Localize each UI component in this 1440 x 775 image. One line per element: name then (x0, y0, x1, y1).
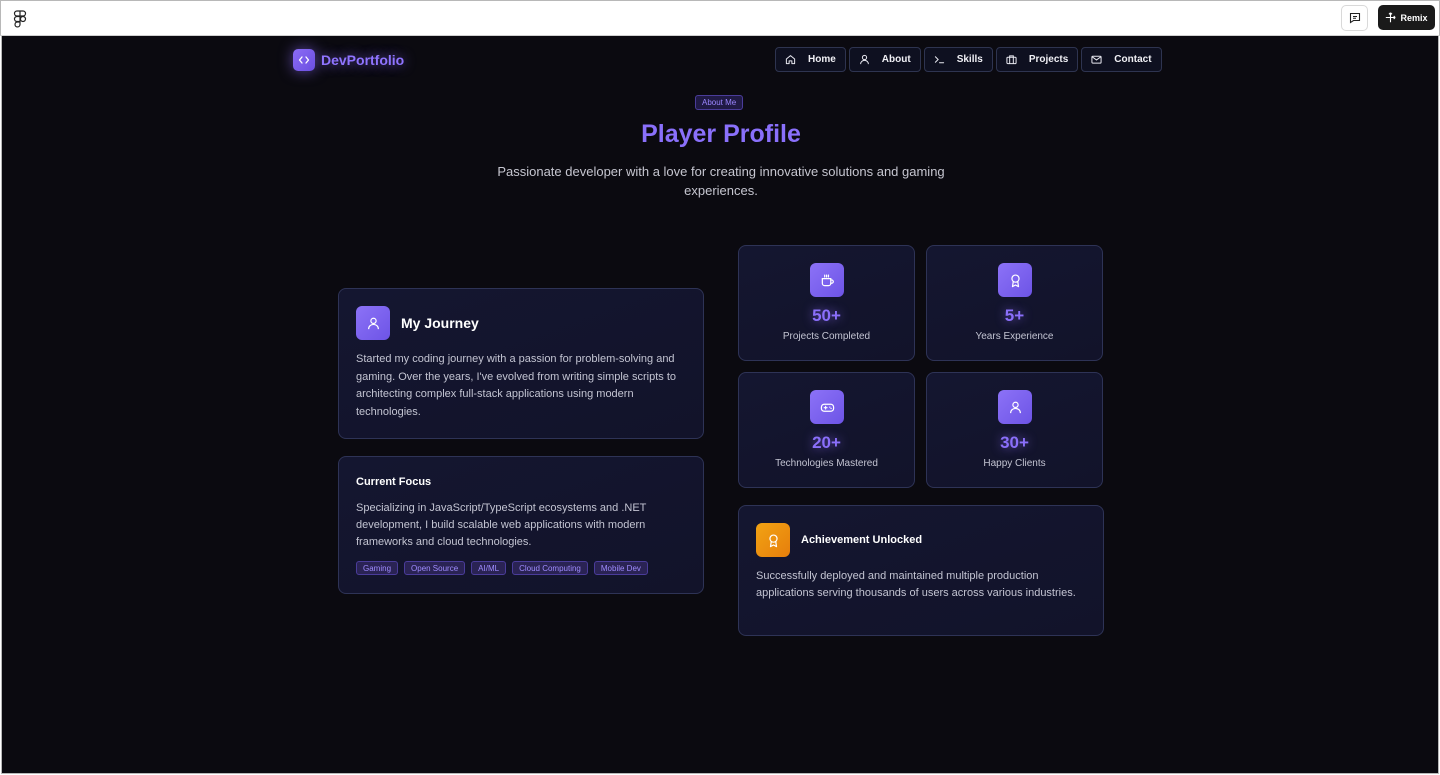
stat-label: Projects Completed (782, 331, 871, 342)
nav-item-label: Projects (1028, 54, 1069, 65)
portfolio-app: DevPortfolio Home About Skills Projects … (1, 36, 1439, 774)
award-icon (756, 523, 790, 557)
journey-title: My Journey (401, 315, 479, 331)
focus-title: Current Focus (356, 476, 432, 488)
remix-label: Remix (1400, 12, 1428, 23)
achievement-text: Successfully deployed and maintained mul… (756, 570, 1076, 599)
figma-toolbar: Remix (0, 0, 1440, 36)
nav-item-skills[interactable]: Skills (923, 47, 993, 72)
award-icon (998, 263, 1032, 297)
stat-value: 20+ (812, 433, 841, 452)
tag-ai-ml[interactable]: AI/ML (471, 561, 507, 575)
nav-item-label: About (881, 54, 911, 65)
stat-value: 50+ (812, 306, 841, 325)
stat-label: Happy Clients (983, 458, 1046, 469)
user-icon (998, 390, 1032, 424)
remix-icon (1386, 12, 1397, 23)
journey-card: My Journey Started my coding journey wit… (338, 288, 704, 439)
current-focus-card: Current Focus Specializing in JavaScript… (338, 456, 704, 594)
coffee-icon (810, 263, 844, 297)
stat-card-experience: 5+ Years Experience (926, 245, 1103, 361)
home-icon (785, 55, 796, 65)
nav-item-contact[interactable]: Contact (1081, 47, 1162, 72)
tag-open-source[interactable]: Open Source (404, 561, 466, 575)
stat-card-projects: 50+ Projects Completed (738, 245, 915, 361)
page-title: Player Profile (641, 120, 801, 148)
nav-item-projects[interactable]: Projects (995, 47, 1079, 72)
brand-name: DevPortfolio (321, 52, 405, 68)
achievement-card: Achievement Unlocked Successfully deploy… (738, 505, 1104, 636)
journey-text: Started my coding journey with a passion… (356, 353, 676, 418)
terminal-icon (934, 56, 944, 64)
user-icon (356, 306, 390, 340)
mail-icon (1091, 55, 1102, 64)
nav-item-label: Contact (1114, 54, 1152, 65)
gamepad-icon (810, 390, 844, 424)
stat-value: 5+ (1004, 306, 1025, 325)
remix-button[interactable]: Remix (1378, 5, 1435, 30)
focus-text: Specializing in JavaScript/TypeScript ec… (356, 502, 647, 548)
achievement-title: Achievement Unlocked (801, 534, 923, 546)
nav-item-label: Skills (956, 54, 983, 65)
tag-list: Gaming Open Source AI/ML Cloud Computing… (356, 561, 648, 575)
page-subtitle: Passionate developer with a love for cre… (497, 164, 945, 198)
brand-logo[interactable]: DevPortfolio (293, 49, 404, 71)
main-nav: Home About Skills Projects Contact (775, 47, 1162, 72)
tag-mobile-dev[interactable]: Mobile Dev (593, 561, 648, 575)
stat-label: Years Experience (975, 331, 1054, 342)
comment-button[interactable] (1341, 5, 1368, 31)
nav-item-home[interactable]: Home (775, 47, 846, 72)
comment-icon (1349, 12, 1360, 24)
figma-logo-icon[interactable] (13, 10, 27, 28)
code-icon (293, 49, 315, 71)
tag-gaming[interactable]: Gaming (356, 561, 399, 575)
stat-label: Technologies Mastered (775, 458, 878, 469)
briefcase-icon (1006, 55, 1017, 65)
stat-card-clients: 30+ Happy Clients (926, 372, 1103, 488)
section-badge: About Me (695, 95, 744, 110)
user-icon (859, 54, 869, 65)
nav-item-about[interactable]: About (848, 47, 921, 72)
stat-value: 30+ (1000, 433, 1029, 452)
stat-card-technologies: 20+ Technologies Mastered (738, 372, 915, 488)
tag-cloud-computing[interactable]: Cloud Computing (512, 561, 588, 575)
nav-item-label: Home (808, 54, 836, 65)
